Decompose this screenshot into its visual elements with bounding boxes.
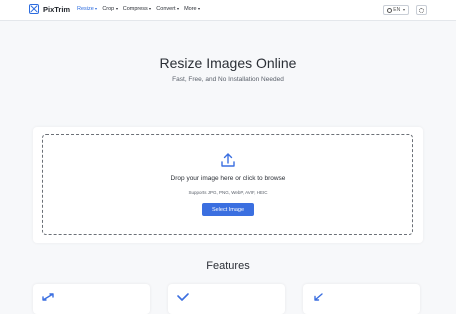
menu-item-resize[interactable]: Resize [77,6,98,12]
brand[interactable]: PixTrim [29,4,70,14]
page-subtitle: Fast, Free, and No Installation Needed [172,76,284,83]
language-selector[interactable]: EN [383,5,409,15]
feature-card [303,284,420,314]
pixtrim-logo-icon [29,4,39,14]
menu-label: Convert [156,6,176,12]
chevron-down-icon [115,8,118,10]
drop-prompt: Drop your image here or click to browse [170,175,286,182]
menu-label: Crop [102,6,115,12]
gear-icon [419,7,424,13]
chevron-down-icon [198,8,201,10]
menu-item-more[interactable]: More [184,6,201,12]
supported-formats: Supports JPG, PNG, WebP, AVIF, HEIC [188,190,268,195]
language-label: EN [393,7,401,13]
feature-card [33,284,150,314]
feature-card [168,284,285,314]
menu-item-convert[interactable]: Convert [156,6,180,12]
shrink-arrow-icon [314,293,323,301]
features-heading: Features [206,260,250,272]
resize-arrows-icon [42,293,54,301]
main-menu: Resize Crop Compress Convert More [77,6,205,12]
menu-label: Compress [122,6,148,12]
chevron-down-icon [149,8,152,10]
menu-item-crop[interactable]: Crop [102,6,118,12]
select-image-button[interactable]: Select Image [202,203,254,216]
page-title: Resize Images Online [159,55,297,71]
chevron-down-icon [177,8,180,10]
chevron-down-icon [95,8,98,10]
chevron-down-icon [403,9,406,11]
drop-zone[interactable] [42,134,413,235]
menu-item-compress[interactable]: Compress [123,6,152,12]
top-navbar: PixTrim Resize Crop Compress Convert Mor… [0,0,456,21]
brand-name: PixTrim [43,4,71,14]
check-icon [177,293,189,301]
menu-label: More [184,6,197,12]
upload-icon [221,153,235,167]
menu-label: Resize [77,6,94,12]
settings-button[interactable] [416,5,427,15]
globe-icon [386,7,392,13]
